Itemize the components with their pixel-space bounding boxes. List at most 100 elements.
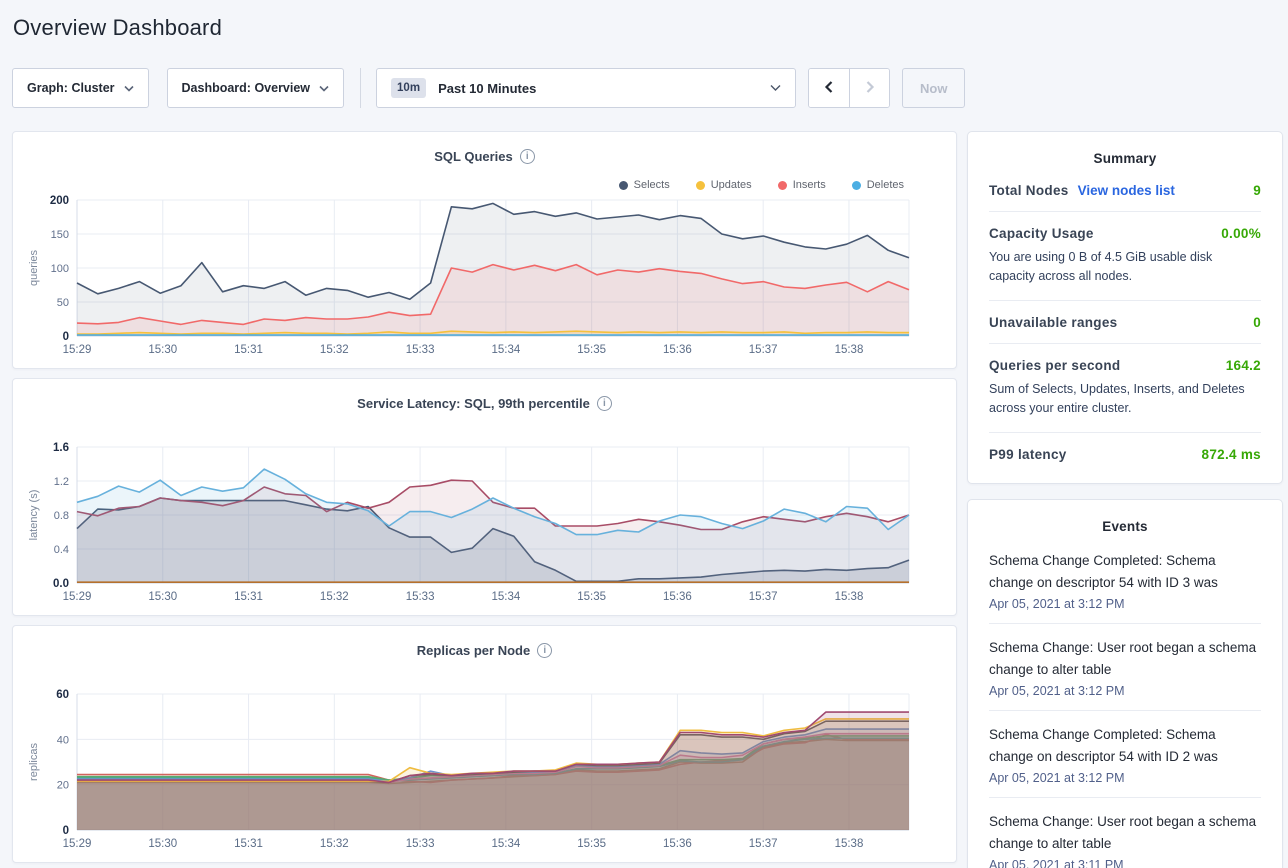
svg-text:100: 100 [51,263,69,275]
svg-text:40: 40 [57,734,69,746]
summary-label: Capacity Usage [989,226,1094,241]
chart-title-text: Replicas per Node [417,643,530,658]
summary-description: You are using 0 B of 4.5 GiB usable disk… [989,248,1261,287]
service-latency-chart-card: Service Latency: SQL, 99th percentile 15… [12,378,957,616]
summary-row-queries-per-second: Queries per second 164.2 Sum of Selects,… [989,344,1261,433]
svg-text:15:29: 15:29 [63,344,92,356]
chevron-down-icon [319,85,329,92]
svg-text:60: 60 [56,689,69,701]
svg-text:15:37: 15:37 [749,838,778,850]
time-prev-button[interactable] [809,69,849,107]
dashboard-dropdown[interactable]: Dashboard: Overview [167,68,345,108]
summary-description: Sum of Selects, Updates, Inserts, and De… [989,380,1261,419]
toolbar-divider [360,68,361,108]
sql-queries-chart-plot[interactable]: 15:2915:3015:3115:3215:3315:3415:3515:36… [13,172,958,362]
chevron-down-icon [124,85,134,92]
event-item[interactable]: Schema Change Completed: Schema change o… [989,710,1261,797]
sidebar: Summary Total Nodes View nodes list 9 Ca… [967,131,1283,868]
summary-value: 872.4 ms [1202,447,1261,462]
svg-text:15:35: 15:35 [577,591,606,603]
svg-text:15:30: 15:30 [148,344,177,356]
svg-text:1.6: 1.6 [53,442,69,454]
svg-text:15:31: 15:31 [234,344,263,356]
svg-text:15:32: 15:32 [320,344,349,356]
event-timestamp: Apr 05, 2021 at 3:11 PM [989,858,1261,868]
summary-row-capacity-usage: Capacity Usage 0.00% You are using 0 B o… [989,212,1261,301]
svg-text:queries: queries [28,249,40,286]
event-text: Schema Change Completed: Schema change o… [989,724,1261,768]
svg-text:15:32: 15:32 [320,838,349,850]
svg-text:1.2: 1.2 [54,476,69,488]
graph-dropdown[interactable]: Graph: Cluster [12,68,149,108]
events-title: Events [989,500,1261,537]
svg-text:15:36: 15:36 [663,344,692,356]
summary-value: 0.00% [1221,226,1261,241]
svg-text:15:37: 15:37 [749,344,778,356]
event-text: Schema Change: User root began a schema … [989,637,1261,681]
chevron-left-icon [823,80,835,97]
page-title: Overview Dashboard [0,0,1288,41]
time-range-badge: 10m [391,78,426,98]
chart-title-text: Service Latency: SQL, 99th percentile [357,396,590,411]
chart-title: Service Latency: SQL, 99th percentile [13,379,956,411]
summary-row-p99-latency: P99 latency 872.4 ms [989,433,1261,475]
summary-label: Unavailable ranges [989,315,1117,330]
event-timestamp: Apr 05, 2021 at 3:12 PM [989,771,1261,785]
event-item[interactable]: Schema Change: User root began a schema … [989,623,1261,710]
replicas-per-node-chart-plot[interactable]: 15:2915:3015:3115:3215:3315:3415:3515:36… [13,666,958,856]
svg-text:15:33: 15:33 [406,591,435,603]
svg-text:0: 0 [63,331,69,343]
svg-text:15:33: 15:33 [406,344,435,356]
svg-text:15:34: 15:34 [491,838,520,850]
charts-column: SQL Queries Selects Updates Inserts [12,131,957,868]
summary-panel: Summary Total Nodes View nodes list 9 Ca… [967,131,1283,484]
summary-value: 0 [1253,315,1261,330]
svg-text:15:36: 15:36 [663,838,692,850]
toolbar: Graph: Cluster Dashboard: Overview 10m P… [12,68,1276,108]
summary-row-unavailable-ranges: Unavailable ranges 0 [989,301,1261,344]
summary-value: 9 [1253,183,1261,198]
svg-text:0.8: 0.8 [54,510,69,522]
chevron-right-icon [864,80,876,97]
summary-value: 164.2 [1226,358,1261,373]
info-icon[interactable] [520,149,535,164]
event-item[interactable]: Schema Change Completed: Schema change o… [989,537,1261,623]
time-range-picker[interactable]: 10m Past 10 Minutes [376,68,796,108]
svg-text:15:36: 15:36 [663,591,692,603]
summary-row-total-nodes: Total Nodes View nodes list 9 [989,169,1261,212]
dashboard-dropdown-label: Dashboard: Overview [182,81,311,95]
info-icon[interactable] [597,396,612,411]
svg-text:200: 200 [50,195,69,207]
overview-dashboard-page: Overview Dashboard Graph: Cluster Dashbo… [0,0,1288,868]
svg-text:15:30: 15:30 [148,838,177,850]
svg-text:15:32: 15:32 [320,591,349,603]
service-latency-chart-plot[interactable]: 15:2915:3015:3115:3215:3315:3415:3515:36… [13,419,958,609]
main-content: SQL Queries Selects Updates Inserts [12,131,1283,868]
svg-text:15:30: 15:30 [148,591,177,603]
time-next-button[interactable] [849,69,889,107]
replicas-per-node-chart-card: Replicas per Node 15:2915:3015:3115:3215… [12,625,957,863]
graph-dropdown-label: Graph: Cluster [27,81,115,95]
event-item[interactable]: Schema Change: User root began a schema … [989,797,1261,868]
event-text: Schema Change Completed: Schema change o… [989,550,1261,594]
svg-text:latency (s): latency (s) [28,490,40,541]
chevron-down-icon [770,84,781,92]
svg-text:15:38: 15:38 [835,591,864,603]
time-range-label: Past 10 Minutes [438,81,536,96]
svg-text:15:31: 15:31 [234,838,263,850]
now-button[interactable]: Now [902,68,965,108]
svg-text:15:31: 15:31 [234,591,263,603]
chart-title-text: SQL Queries [434,149,513,164]
svg-text:0.0: 0.0 [53,578,69,590]
event-timestamp: Apr 05, 2021 at 3:12 PM [989,684,1261,698]
event-text: Schema Change: User root began a schema … [989,811,1261,855]
svg-text:15:35: 15:35 [577,838,606,850]
svg-text:15:34: 15:34 [491,344,520,356]
time-step-buttons [808,68,890,108]
view-nodes-list-link[interactable]: View nodes list [1078,183,1175,198]
info-icon[interactable] [537,643,552,658]
svg-text:150: 150 [51,229,69,241]
svg-text:15:33: 15:33 [406,838,435,850]
event-timestamp: Apr 05, 2021 at 3:12 PM [989,597,1261,611]
svg-text:50: 50 [57,297,69,309]
